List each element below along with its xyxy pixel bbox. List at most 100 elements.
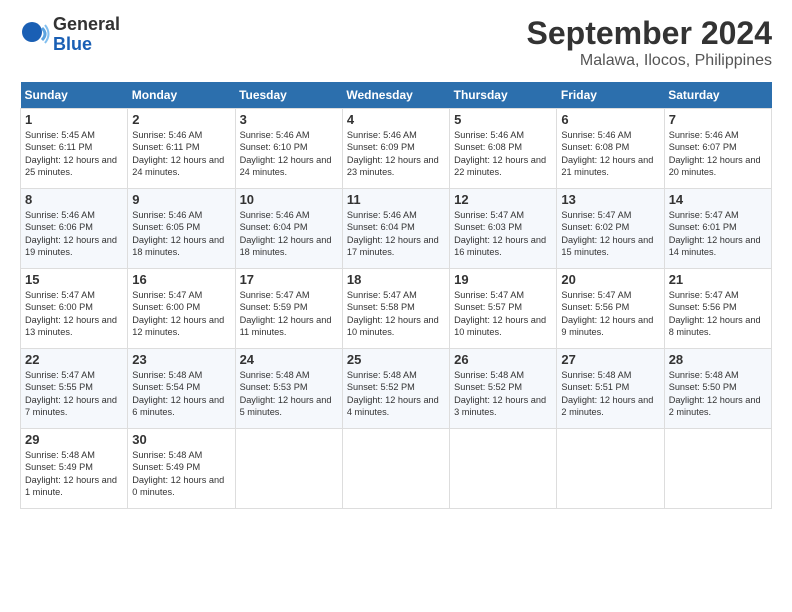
calendar-cell: 4 Sunrise: 5:46 AM Sunset: 6:09 PM Dayli… bbox=[342, 109, 449, 189]
day-number: 10 bbox=[240, 192, 338, 207]
calendar-cell: 22 Sunrise: 5:47 AM Sunset: 5:55 PM Dayl… bbox=[21, 349, 128, 429]
day-number: 3 bbox=[240, 112, 338, 127]
week-row-1: 1 Sunrise: 5:45 AM Sunset: 6:11 PM Dayli… bbox=[21, 109, 772, 189]
title-section: September 2024 Malawa, Ilocos, Philippin… bbox=[527, 15, 772, 70]
week-row-5: 29 Sunrise: 5:48 AM Sunset: 5:49 PM Dayl… bbox=[21, 429, 772, 509]
logo-general: General bbox=[53, 15, 120, 35]
calendar-cell bbox=[450, 429, 557, 509]
day-info: Sunrise: 5:48 AM Sunset: 5:52 PM Dayligh… bbox=[454, 369, 552, 419]
day-number: 8 bbox=[25, 192, 123, 207]
day-info: Sunrise: 5:46 AM Sunset: 6:10 PM Dayligh… bbox=[240, 129, 338, 179]
day-number: 20 bbox=[561, 272, 659, 287]
day-number: 25 bbox=[347, 352, 445, 367]
day-number: 15 bbox=[25, 272, 123, 287]
day-info: Sunrise: 5:46 AM Sunset: 6:07 PM Dayligh… bbox=[669, 129, 767, 179]
day-info: Sunrise: 5:46 AM Sunset: 6:06 PM Dayligh… bbox=[25, 209, 123, 259]
header: General Blue September 2024 Malawa, Iloc… bbox=[20, 15, 772, 70]
week-row-2: 8 Sunrise: 5:46 AM Sunset: 6:06 PM Dayli… bbox=[21, 189, 772, 269]
day-info: Sunrise: 5:47 AM Sunset: 6:00 PM Dayligh… bbox=[25, 289, 123, 339]
calendar-cell: 2 Sunrise: 5:46 AM Sunset: 6:11 PM Dayli… bbox=[128, 109, 235, 189]
day-info: Sunrise: 5:46 AM Sunset: 6:08 PM Dayligh… bbox=[561, 129, 659, 179]
day-info: Sunrise: 5:46 AM Sunset: 6:04 PM Dayligh… bbox=[347, 209, 445, 259]
calendar-cell: 1 Sunrise: 5:45 AM Sunset: 6:11 PM Dayli… bbox=[21, 109, 128, 189]
day-number: 27 bbox=[561, 352, 659, 367]
day-number: 5 bbox=[454, 112, 552, 127]
day-info: Sunrise: 5:48 AM Sunset: 5:49 PM Dayligh… bbox=[25, 449, 123, 499]
day-number: 17 bbox=[240, 272, 338, 287]
day-info: Sunrise: 5:48 AM Sunset: 5:52 PM Dayligh… bbox=[347, 369, 445, 419]
calendar-cell: 6 Sunrise: 5:46 AM Sunset: 6:08 PM Dayli… bbox=[557, 109, 664, 189]
day-info: Sunrise: 5:46 AM Sunset: 6:05 PM Dayligh… bbox=[132, 209, 230, 259]
day-number: 21 bbox=[669, 272, 767, 287]
week-row-4: 22 Sunrise: 5:47 AM Sunset: 5:55 PM Dayl… bbox=[21, 349, 772, 429]
header-tuesday: Tuesday bbox=[235, 82, 342, 109]
header-thursday: Thursday bbox=[450, 82, 557, 109]
calendar-cell: 19 Sunrise: 5:47 AM Sunset: 5:57 PM Dayl… bbox=[450, 269, 557, 349]
calendar-cell: 14 Sunrise: 5:47 AM Sunset: 6:01 PM Dayl… bbox=[664, 189, 771, 269]
calendar-cell: 29 Sunrise: 5:48 AM Sunset: 5:49 PM Dayl… bbox=[21, 429, 128, 509]
logo-blue: Blue bbox=[53, 35, 120, 55]
day-number: 22 bbox=[25, 352, 123, 367]
day-number: 30 bbox=[132, 432, 230, 447]
logo: General Blue bbox=[20, 15, 120, 55]
calendar-cell bbox=[235, 429, 342, 509]
calendar-cell: 17 Sunrise: 5:47 AM Sunset: 5:59 PM Dayl… bbox=[235, 269, 342, 349]
calendar-cell: 23 Sunrise: 5:48 AM Sunset: 5:54 PM Dayl… bbox=[128, 349, 235, 429]
calendar-cell bbox=[342, 429, 449, 509]
calendar-cell: 20 Sunrise: 5:47 AM Sunset: 5:56 PM Dayl… bbox=[557, 269, 664, 349]
day-number: 26 bbox=[454, 352, 552, 367]
day-info: Sunrise: 5:47 AM Sunset: 6:01 PM Dayligh… bbox=[669, 209, 767, 259]
calendar-cell bbox=[664, 429, 771, 509]
calendar-cell: 28 Sunrise: 5:48 AM Sunset: 5:50 PM Dayl… bbox=[664, 349, 771, 429]
day-number: 24 bbox=[240, 352, 338, 367]
calendar-cell: 30 Sunrise: 5:48 AM Sunset: 5:49 PM Dayl… bbox=[128, 429, 235, 509]
calendar-cell: 10 Sunrise: 5:46 AM Sunset: 6:04 PM Dayl… bbox=[235, 189, 342, 269]
day-info: Sunrise: 5:48 AM Sunset: 5:49 PM Dayligh… bbox=[132, 449, 230, 499]
day-info: Sunrise: 5:46 AM Sunset: 6:09 PM Dayligh… bbox=[347, 129, 445, 179]
day-number: 28 bbox=[669, 352, 767, 367]
day-info: Sunrise: 5:47 AM Sunset: 6:00 PM Dayligh… bbox=[132, 289, 230, 339]
header-saturday: Saturday bbox=[664, 82, 771, 109]
day-number: 18 bbox=[347, 272, 445, 287]
day-number: 12 bbox=[454, 192, 552, 207]
calendar-cell: 8 Sunrise: 5:46 AM Sunset: 6:06 PM Dayli… bbox=[21, 189, 128, 269]
calendar-cell: 7 Sunrise: 5:46 AM Sunset: 6:07 PM Dayli… bbox=[664, 109, 771, 189]
day-number: 11 bbox=[347, 192, 445, 207]
calendar-cell: 26 Sunrise: 5:48 AM Sunset: 5:52 PM Dayl… bbox=[450, 349, 557, 429]
day-number: 7 bbox=[669, 112, 767, 127]
day-info: Sunrise: 5:46 AM Sunset: 6:08 PM Dayligh… bbox=[454, 129, 552, 179]
day-info: Sunrise: 5:47 AM Sunset: 5:59 PM Dayligh… bbox=[240, 289, 338, 339]
day-info: Sunrise: 5:47 AM Sunset: 5:57 PM Dayligh… bbox=[454, 289, 552, 339]
calendar-cell: 9 Sunrise: 5:46 AM Sunset: 6:05 PM Dayli… bbox=[128, 189, 235, 269]
day-info: Sunrise: 5:48 AM Sunset: 5:51 PM Dayligh… bbox=[561, 369, 659, 419]
calendar-cell: 24 Sunrise: 5:48 AM Sunset: 5:53 PM Dayl… bbox=[235, 349, 342, 429]
page-container: General Blue September 2024 Malawa, Iloc… bbox=[0, 0, 792, 519]
calendar-cell: 27 Sunrise: 5:48 AM Sunset: 5:51 PM Dayl… bbox=[557, 349, 664, 429]
day-info: Sunrise: 5:46 AM Sunset: 6:11 PM Dayligh… bbox=[132, 129, 230, 179]
header-wednesday: Wednesday bbox=[342, 82, 449, 109]
logo-icon bbox=[20, 20, 50, 50]
calendar-cell: 12 Sunrise: 5:47 AM Sunset: 6:03 PM Dayl… bbox=[450, 189, 557, 269]
calendar-cell: 13 Sunrise: 5:47 AM Sunset: 6:02 PM Dayl… bbox=[557, 189, 664, 269]
calendar-cell: 3 Sunrise: 5:46 AM Sunset: 6:10 PM Dayli… bbox=[235, 109, 342, 189]
day-number: 14 bbox=[669, 192, 767, 207]
calendar-cell: 11 Sunrise: 5:46 AM Sunset: 6:04 PM Dayl… bbox=[342, 189, 449, 269]
day-info: Sunrise: 5:45 AM Sunset: 6:11 PM Dayligh… bbox=[25, 129, 123, 179]
calendar-cell: 5 Sunrise: 5:46 AM Sunset: 6:08 PM Dayli… bbox=[450, 109, 557, 189]
header-friday: Friday bbox=[557, 82, 664, 109]
day-number: 29 bbox=[25, 432, 123, 447]
day-number: 9 bbox=[132, 192, 230, 207]
day-info: Sunrise: 5:48 AM Sunset: 5:50 PM Dayligh… bbox=[669, 369, 767, 419]
header-monday: Monday bbox=[128, 82, 235, 109]
day-info: Sunrise: 5:47 AM Sunset: 5:55 PM Dayligh… bbox=[25, 369, 123, 419]
day-number: 23 bbox=[132, 352, 230, 367]
header-row: SundayMondayTuesdayWednesdayThursdayFrid… bbox=[21, 82, 772, 109]
week-row-3: 15 Sunrise: 5:47 AM Sunset: 6:00 PM Dayl… bbox=[21, 269, 772, 349]
location: Malawa, Ilocos, Philippines bbox=[527, 52, 772, 70]
calendar-cell: 21 Sunrise: 5:47 AM Sunset: 5:56 PM Dayl… bbox=[664, 269, 771, 349]
day-info: Sunrise: 5:47 AM Sunset: 6:02 PM Dayligh… bbox=[561, 209, 659, 259]
day-info: Sunrise: 5:47 AM Sunset: 5:56 PM Dayligh… bbox=[669, 289, 767, 339]
day-number: 1 bbox=[25, 112, 123, 127]
day-info: Sunrise: 5:46 AM Sunset: 6:04 PM Dayligh… bbox=[240, 209, 338, 259]
calendar-cell: 25 Sunrise: 5:48 AM Sunset: 5:52 PM Dayl… bbox=[342, 349, 449, 429]
